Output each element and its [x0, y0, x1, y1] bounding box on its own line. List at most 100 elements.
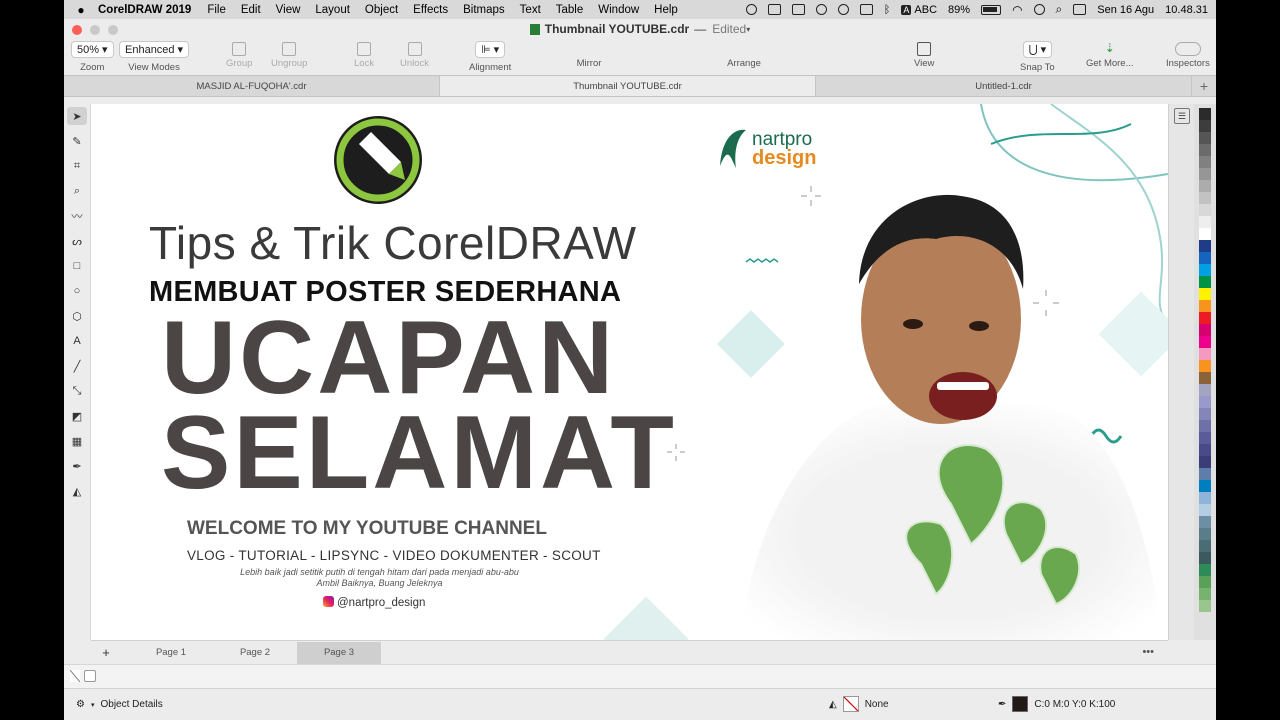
palette-swatch[interactable] [1199, 336, 1211, 348]
control-center-icon[interactable] [1073, 4, 1087, 15]
palette-swatch[interactable] [1199, 192, 1211, 204]
menu-file[interactable]: File [207, 4, 226, 16]
menu-app-name[interactable]: CorelDRAW 2019 [98, 4, 191, 16]
palette-swatch[interactable] [1199, 516, 1211, 528]
search-icon[interactable]: ⌕ [1056, 2, 1063, 17]
menu-table[interactable]: Table [556, 4, 584, 16]
bezier-tool-icon[interactable]: ᔕ [67, 232, 87, 250]
ellipse-tool-icon[interactable]: ○ [67, 282, 87, 300]
object-details-toggle[interactable]: ⚙ ▾ Object Details [76, 699, 163, 710]
menu-bitmaps[interactable]: Bitmaps [463, 4, 505, 16]
palette-swatch[interactable] [1199, 276, 1211, 288]
palette-swatch[interactable] [1199, 144, 1211, 156]
arrange-group[interactable]: Arrange [727, 41, 761, 69]
inspectors-button[interactable]: Inspectors [1166, 41, 1210, 69]
group-button[interactable]: Group [226, 41, 252, 69]
title-edited-status[interactable]: Edited [712, 22, 746, 36]
docker-settings-icon[interactable]: ☰ [1174, 108, 1190, 124]
record-icon[interactable] [815, 4, 827, 15]
palette-swatch[interactable] [1199, 492, 1211, 504]
palette-swatch[interactable] [1199, 588, 1211, 600]
palette-swatch[interactable] [1199, 456, 1211, 468]
menu-object[interactable]: Object [365, 4, 398, 16]
palette-swatch[interactable] [1199, 312, 1211, 324]
battery-icon[interactable] [981, 4, 1002, 15]
white-swatch-icon[interactable] [84, 670, 96, 682]
palette-swatch[interactable] [1199, 324, 1211, 336]
palette-swatch[interactable] [1199, 300, 1211, 312]
palette-swatch[interactable] [1199, 228, 1211, 240]
palette-swatch[interactable] [1199, 552, 1211, 564]
rectangle-tool-icon[interactable]: □ [67, 257, 87, 275]
info-icon[interactable] [837, 4, 849, 15]
shape-tool-icon[interactable]: ✎ [67, 132, 87, 150]
zoom-dropdown[interactable]: 50% ▾ [71, 41, 114, 58]
message-icon[interactable] [791, 4, 805, 15]
palette-swatch[interactable] [1199, 288, 1211, 300]
transparency-tool-icon[interactable]: ▦ [67, 432, 87, 450]
palette-swatch[interactable] [1199, 132, 1211, 144]
menu-effects[interactable]: Effects [413, 4, 448, 16]
fill-tool-icon[interactable]: ◭ [67, 482, 87, 500]
palette-swatch[interactable] [1199, 576, 1211, 588]
palette-swatch[interactable] [1199, 204, 1211, 216]
palette-swatch[interactable] [1199, 444, 1211, 456]
palette-swatch[interactable] [1199, 372, 1211, 384]
page-tab-2[interactable]: Page 2 [213, 642, 297, 664]
mirror-group[interactable]: Mirror [572, 41, 606, 69]
creative-cloud-icon[interactable] [745, 4, 757, 15]
no-fill-swatch-icon[interactable] [70, 670, 80, 682]
doc-tab-thumbnail[interactable]: Thumbnail YOUTUBE.cdr [440, 76, 816, 96]
palette-swatch[interactable] [1199, 180, 1211, 192]
add-page-plus-icon[interactable]: + [95, 645, 117, 660]
fill-status[interactable]: ◭ None [829, 696, 889, 712]
drawing-canvas[interactable]: nartpro design Tips & Trik CorelDRAW MEM… [91, 104, 1168, 640]
freehand-tool-icon[interactable]: 〰 [67, 207, 87, 225]
palette-swatch[interactable] [1199, 468, 1211, 480]
crop-tool-icon[interactable]: ⌗ [67, 157, 87, 175]
more-options-icon[interactable]: ••• [1142, 646, 1154, 658]
palette-swatch[interactable] [1199, 540, 1211, 552]
palette-swatch[interactable] [1199, 120, 1211, 132]
user-icon[interactable] [1033, 4, 1045, 15]
screen-share-icon[interactable] [767, 4, 781, 15]
palette-swatch[interactable] [1199, 420, 1211, 432]
menubar-date[interactable]: Sen 16 Agu [1097, 4, 1154, 16]
new-tab-plus-icon[interactable]: + [1192, 76, 1216, 96]
menu-edit[interactable]: Edit [241, 4, 261, 16]
palette-swatch[interactable] [1199, 600, 1211, 612]
palette-swatch[interactable] [1199, 564, 1211, 576]
line-tool-icon[interactable]: ╱ [67, 357, 87, 375]
palette-swatch[interactable] [1199, 528, 1211, 540]
palette-swatch[interactable] [1199, 360, 1211, 372]
chevron-down-icon[interactable]: ▾ [746, 25, 750, 34]
menubar-time[interactable]: 10.48.31 [1165, 4, 1208, 16]
page-tab-3[interactable]: Page 3 [297, 641, 381, 664]
wifi-icon[interactable]: ◠ [1012, 3, 1022, 17]
view-mode-dropdown[interactable]: Enhanced ▾ [119, 41, 190, 58]
menu-view[interactable]: View [276, 4, 301, 16]
view-group[interactable]: View [914, 41, 934, 69]
text-tool-icon[interactable]: A [67, 332, 87, 350]
doc-tab-untitled[interactable]: Untitled-1.cdr [816, 76, 1192, 96]
outline-status[interactable]: ✒ C:0 M:0 Y:0 K:100 [998, 696, 1115, 712]
menu-window[interactable]: Window [598, 4, 639, 16]
pick-tool-icon[interactable]: ➤ [67, 107, 87, 125]
ungroup-button[interactable]: Ungroup [271, 41, 307, 69]
connector-tool-icon[interactable]: ⤡ [67, 382, 87, 400]
palette-swatch[interactable] [1199, 240, 1211, 252]
eyedropper-tool-icon[interactable]: ✒ [67, 457, 87, 475]
unlock-button[interactable]: Unlock [400, 41, 429, 69]
palette-swatch[interactable] [1199, 384, 1211, 396]
close-window-button[interactable] [72, 25, 82, 35]
palette-swatch[interactable] [1199, 168, 1211, 180]
palette-swatch[interactable] [1199, 504, 1211, 516]
minimize-window-button[interactable] [90, 25, 100, 35]
palette-swatch[interactable] [1199, 396, 1211, 408]
zoom-tool-icon[interactable]: ⌕ [67, 182, 87, 200]
alignment-dropdown[interactable]: ⊫ ▾ [475, 41, 506, 58]
shadow-tool-icon[interactable]: ◩ [67, 407, 87, 425]
apple-icon[interactable]: ● [64, 3, 98, 17]
polygon-tool-icon[interactable]: ⬡ [67, 307, 87, 325]
battery-percent[interactable]: 89% [948, 4, 970, 16]
